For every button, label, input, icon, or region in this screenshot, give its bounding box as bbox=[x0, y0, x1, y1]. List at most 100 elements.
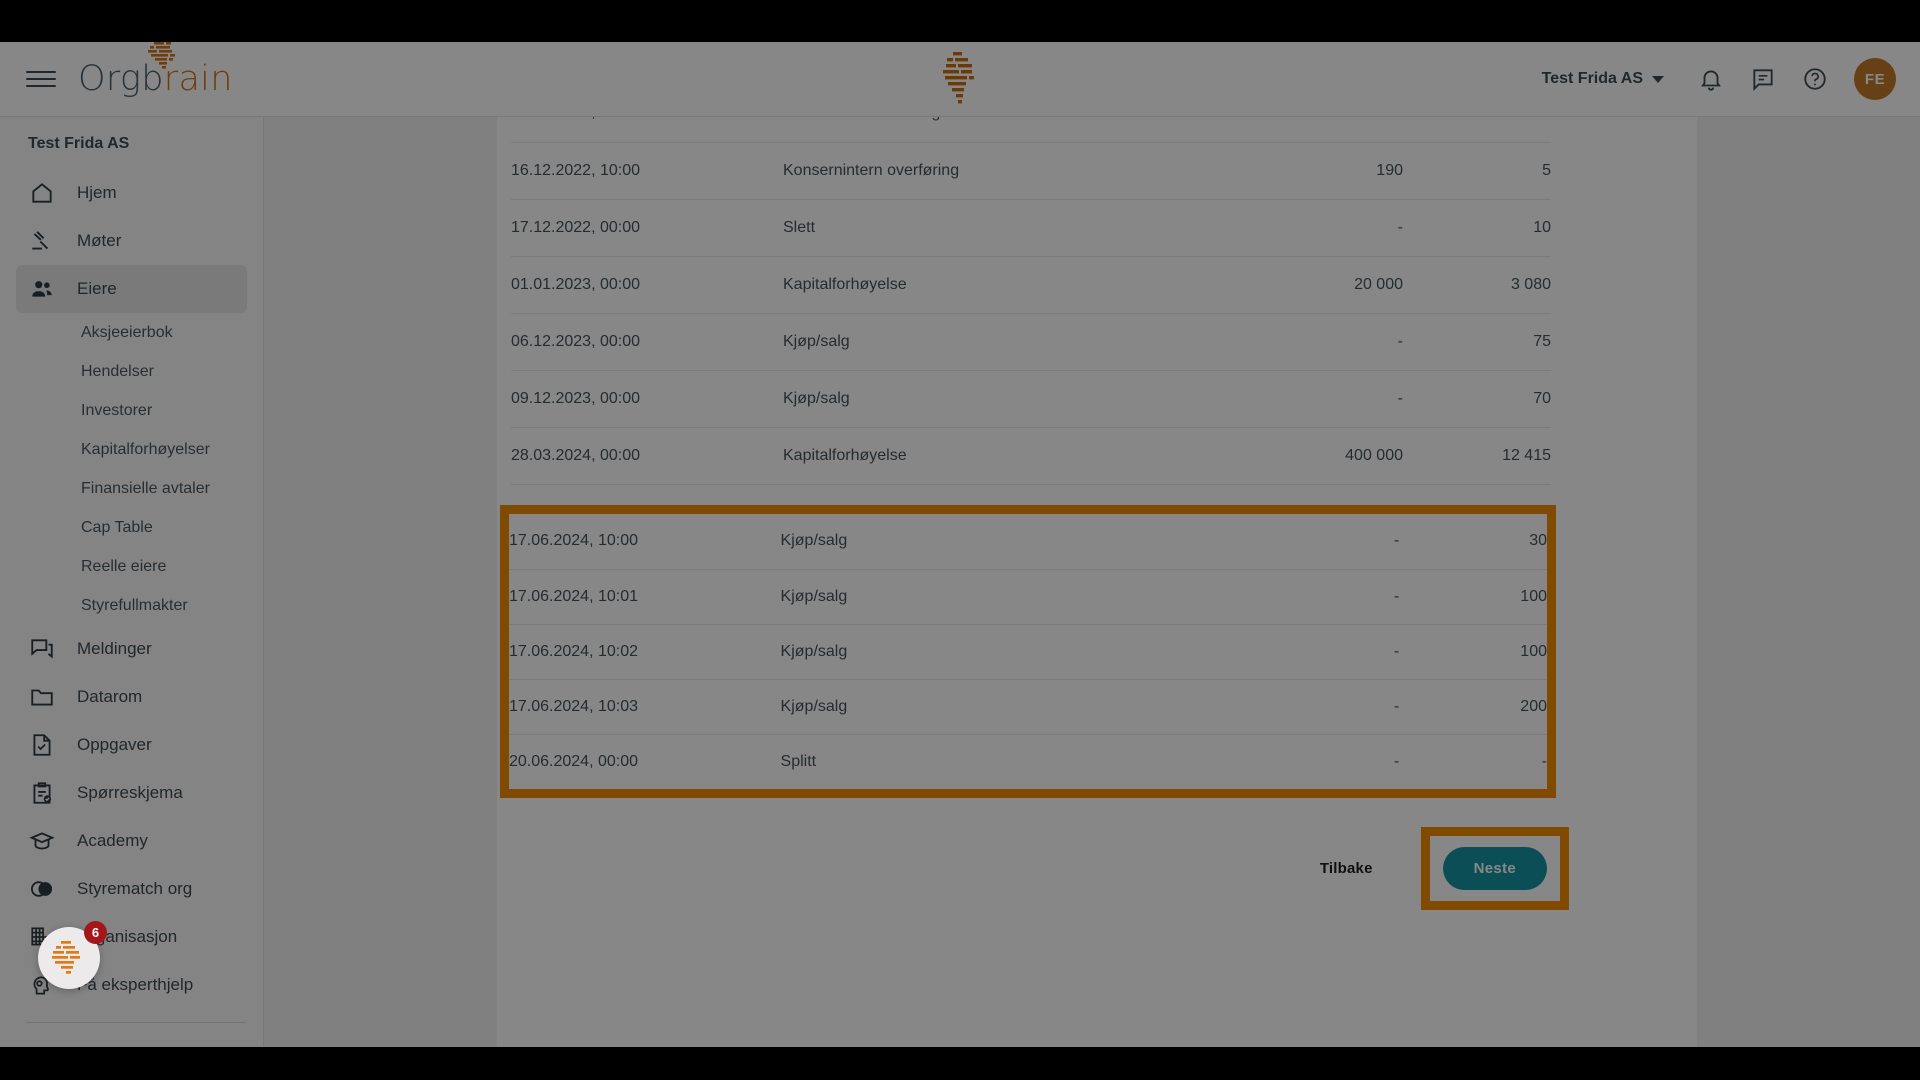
cell-shares: 10 bbox=[1403, 198, 1551, 256]
dialog-actions: Tilbake Neste bbox=[497, 827, 1569, 910]
sidebar-item-finansielle-avtaler[interactable]: Finansielle avtaler bbox=[0, 469, 263, 508]
cell-date: 15.12.2022, 10:00 bbox=[511, 117, 783, 142]
cell-amount: - bbox=[1203, 369, 1403, 427]
sidebar-item-moter[interactable]: Møter bbox=[16, 217, 247, 265]
sidebar-item-styrematch-org[interactable]: Styrematch org bbox=[16, 865, 247, 913]
top-bar: Orgbrain Test Frida AS FE bbox=[0, 42, 1920, 117]
sidebar-subitem-label: Hendelser bbox=[81, 362, 154, 380]
cell-amount: - bbox=[1199, 733, 1400, 789]
help-widget-badge-count: 6 bbox=[91, 925, 100, 940]
table-row[interactable]: 17.06.2024, 10:03 Kjøp/salg - 200 bbox=[509, 678, 1547, 734]
cell-type: Kjøp/salg bbox=[780, 678, 1200, 734]
question-mark-circle-icon[interactable] bbox=[1802, 66, 1828, 92]
cell-shares: 5 bbox=[1403, 141, 1551, 199]
cell-date: 17.12.2022, 00:00 bbox=[511, 198, 783, 256]
sidebar-item-meldinger[interactable]: Meldinger bbox=[16, 625, 247, 673]
cell-shares: 70 bbox=[1403, 369, 1551, 427]
cell-amount: 230 bbox=[1203, 117, 1403, 142]
table-row[interactable]: 01.01.2023, 00:00 Kapitalforhøyelse 20 0… bbox=[511, 255, 1551, 313]
avatar-initials: FE bbox=[1864, 70, 1886, 88]
table-row[interactable]: 28.03.2024, 00:00 Kapitalforhøyelse 400 … bbox=[511, 426, 1551, 484]
home-icon bbox=[32, 183, 52, 203]
orgbrain-brain-logo bbox=[140, 42, 182, 75]
sidebar-item-kapitalforhoyelser[interactable]: Kapitalforhøyelser bbox=[0, 430, 263, 469]
cell-date: 06.12.2023, 00:00 bbox=[511, 312, 783, 370]
sidebar-item-academy[interactable]: Academy bbox=[16, 817, 247, 865]
message-icon bbox=[31, 639, 53, 659]
cell-shares: 12 415 bbox=[1403, 426, 1551, 484]
highlighted-events-table: 17.06.2024, 10:00 Kjøp/salg - 30 17.06.2… bbox=[509, 514, 1547, 789]
back-button[interactable]: Tilbake bbox=[1302, 850, 1391, 887]
orgbrain-brain-logo bbox=[52, 941, 80, 974]
sidebar-item-reelle-eiere[interactable]: Reelle eiere bbox=[0, 547, 263, 586]
hamburger-menu-icon[interactable] bbox=[26, 67, 56, 91]
cell-date: 28.03.2024, 00:00 bbox=[511, 426, 783, 484]
cell-shares: 100 bbox=[1399, 568, 1547, 624]
avatar[interactable]: FE bbox=[1854, 58, 1896, 100]
help-widget-badge: 6 bbox=[84, 921, 107, 944]
overlapping-circles-icon bbox=[31, 881, 53, 897]
sidebar-subitem-label: Reelle eiere bbox=[81, 557, 167, 575]
next-button[interactable]: Neste bbox=[1442, 847, 1547, 890]
table-row[interactable]: 06.12.2023, 00:00 Kjøp/salg - 75 bbox=[511, 312, 1551, 370]
cell-shares: 75 bbox=[1403, 312, 1551, 370]
sidebar-subitem-label: Styrefullmakter bbox=[81, 596, 188, 614]
gavel-icon bbox=[32, 231, 49, 250]
highlighted-rows-group[interactable]: 17.06.2024, 10:00 Kjøp/salg - 30 17.06.2… bbox=[500, 505, 1556, 798]
org-switcher-label: Test Frida AS bbox=[1541, 70, 1643, 87]
cell-type: Kapitalforhøyelse bbox=[783, 426, 1203, 484]
sidebar-item-cap-table[interactable]: Cap Table bbox=[0, 508, 263, 547]
sidebar-item-label: Få eksperthjelp bbox=[77, 975, 194, 994]
cell-type: Kjøp/salg bbox=[780, 623, 1200, 679]
org-switcher[interactable]: Test Frida AS bbox=[1542, 70, 1664, 88]
cell-amount: - bbox=[1393, 532, 1400, 550]
cell-amount: 400 000 bbox=[1203, 426, 1403, 484]
brand-logo[interactable]: Orgbrain bbox=[78, 42, 233, 97]
sidebar: Test Frida AS Hjem Møter Eiere Aksjeeier… bbox=[0, 117, 264, 1047]
cell-date: 17.06.2024, 10:02 bbox=[509, 623, 781, 679]
cell-shares: 30 bbox=[1529, 532, 1547, 550]
sidebar-item-styrefullmakter[interactable]: Styrefullmakter bbox=[0, 586, 263, 625]
cell-date: 16.12.2022, 10:00 bbox=[511, 141, 783, 199]
cell-type: Kjøp/salg bbox=[783, 369, 1203, 427]
cell-type: Kapitalforhøyelse bbox=[783, 255, 1203, 313]
cell-type: Slett bbox=[783, 198, 1203, 256]
sidebar-item-label: Spørreskjema bbox=[77, 783, 183, 802]
folder-icon bbox=[31, 689, 53, 706]
cell-amount: 190 bbox=[1203, 141, 1403, 199]
sidebar-item-investorer[interactable]: Investorer bbox=[0, 391, 263, 430]
sidebar-item-aksjeeierbok[interactable]: Aksjeeierbok bbox=[0, 313, 263, 352]
chevron-down-icon bbox=[1652, 75, 1664, 83]
table-row[interactable]: 17.06.2024, 10:02 Kjøp/salg - 100 bbox=[509, 623, 1547, 679]
cell-date: 20.06.2024, 00:00 bbox=[509, 733, 781, 789]
cell-date: 01.01.2023, 00:00 bbox=[511, 255, 783, 313]
cell-amount: - bbox=[1199, 623, 1400, 679]
highlighted-table-body: 17.06.2024, 10:00 Kjøp/salg - 30 17.06.2… bbox=[509, 514, 1547, 789]
sidebar-item-hendelser[interactable]: Hendelser bbox=[0, 352, 263, 391]
bell-icon[interactable] bbox=[1698, 66, 1724, 92]
sidebar-item-label: Eiere bbox=[77, 279, 117, 298]
table-row[interactable]: 17.06.2024, 10:00 Kjøp/salg - 30 bbox=[509, 514, 1547, 569]
center-brand-logo bbox=[929, 50, 991, 113]
sidebar-item-label: Datarom bbox=[77, 687, 143, 706]
table-row[interactable]: 09.12.2023, 00:00 Kjøp/salg - 70 bbox=[511, 369, 1551, 427]
table-row[interactable]: 20.06.2024, 00:00 Splitt - - bbox=[509, 733, 1547, 789]
sidebar-item-hjem[interactable]: Hjem bbox=[16, 169, 247, 217]
sidebar-item-label: Styrematch org bbox=[77, 879, 193, 898]
cell-amount: 20 000 bbox=[1203, 255, 1403, 313]
cell-shares: - bbox=[1399, 733, 1547, 789]
table-row[interactable]: 16.12.2022, 10:00 Konsernintern overføri… bbox=[511, 141, 1551, 199]
sidebar-item-oppgaver[interactable]: Oppgaver bbox=[16, 721, 247, 769]
table-row[interactable]: 15.12.2022, 10:00 Arv uten skattemessig … bbox=[511, 117, 1551, 142]
help-widget-button[interactable]: 6 bbox=[38, 921, 107, 989]
next-button-highlight: Neste bbox=[1420, 827, 1569, 910]
chat-bubble-icon[interactable] bbox=[1750, 66, 1776, 92]
table-row[interactable]: 17.06.2024, 10:01 Kjøp/salg - 100 bbox=[509, 568, 1547, 624]
sidebar-item-sporreskjema[interactable]: Spørreskjema bbox=[16, 769, 247, 817]
graduation-cap-icon bbox=[29, 832, 55, 850]
sidebar-item-eiere[interactable]: Eiere bbox=[16, 265, 247, 313]
cell-type: Konsernintern overføring bbox=[783, 141, 1203, 199]
sidebar-subitem-label: Cap Table bbox=[81, 518, 153, 536]
table-row[interactable]: 17.12.2022, 00:00 Slett - 10 bbox=[511, 198, 1551, 256]
sidebar-item-datarom[interactable]: Datarom bbox=[16, 673, 247, 721]
